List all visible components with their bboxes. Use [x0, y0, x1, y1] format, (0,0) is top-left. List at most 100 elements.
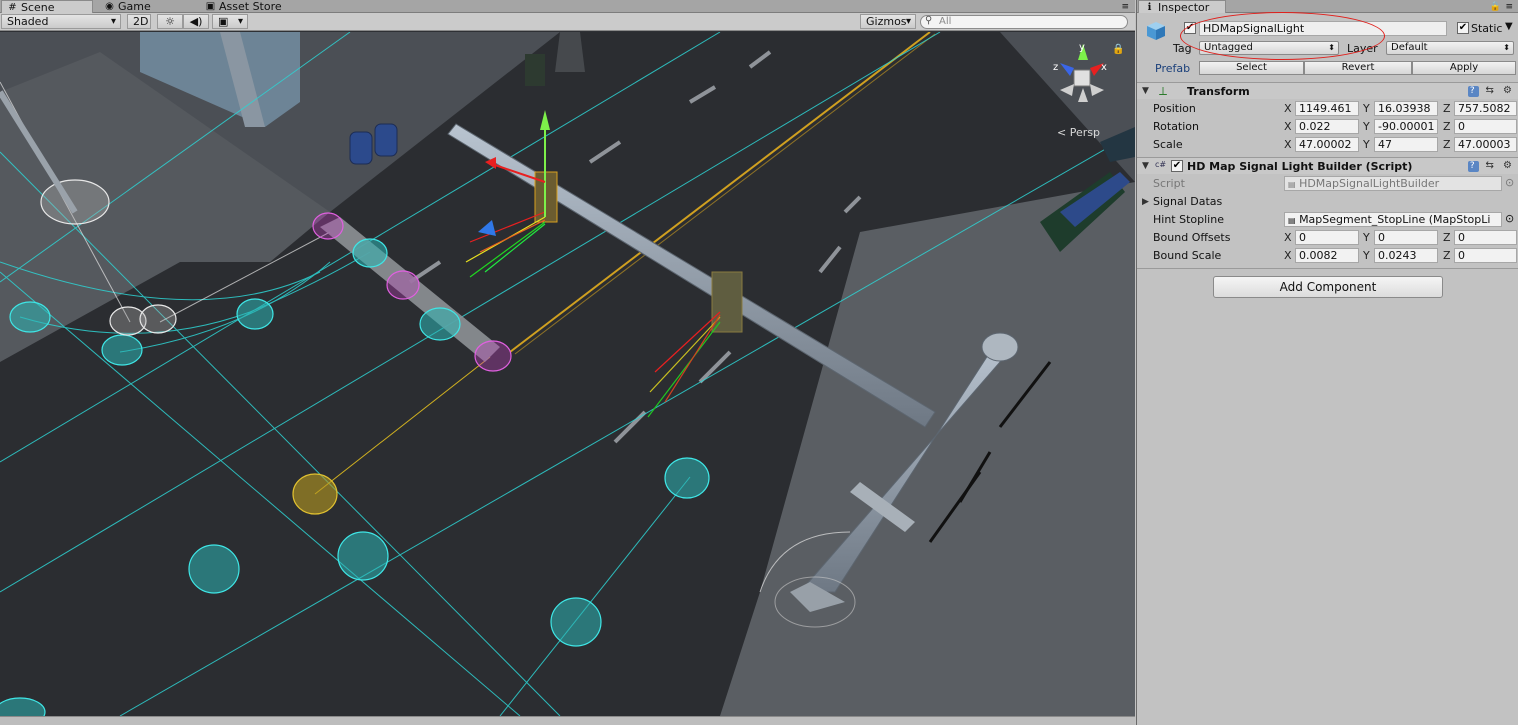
search-icon: ⚲ [925, 15, 933, 26]
status-bar [0, 716, 1135, 725]
hint-stopline-field[interactable]: ▤ MapSegment_StopLine (MapStopLi [1284, 212, 1502, 227]
script-reference-field: ▤ HDMapSignalLightBuilder [1284, 176, 1502, 191]
axis-y-label: Y [1363, 138, 1370, 151]
object-picker-icon[interactable]: ⊙ [1505, 212, 1514, 225]
axis-z-label: Z [1443, 120, 1451, 133]
svg-text:x: x [1101, 62, 1107, 73]
scale-y-field[interactable]: 47 [1374, 137, 1438, 152]
tag-dropdown[interactable]: Untagged [1199, 41, 1339, 55]
scale-label: Scale [1153, 138, 1183, 151]
bound-offsets-x-field[interactable]: 0 [1295, 230, 1359, 245]
svg-text:z: z [1053, 62, 1058, 73]
position-y-field[interactable]: 16.03938 [1374, 101, 1438, 116]
help-icon: ? [1468, 161, 1480, 172]
scene-search-input[interactable]: ⚲ All [920, 15, 1128, 29]
foldout-arrow-icon[interactable]: ▼ [1142, 161, 1149, 171]
sun-icon: ☼ [165, 15, 175, 28]
gizmos-dropdown[interactable]: Gizmos [860, 14, 916, 29]
layer-dropdown[interactable]: Default [1386, 41, 1514, 55]
axis-y-label: Y [1363, 120, 1370, 133]
rotation-x-field[interactable]: 0.022 [1295, 119, 1359, 134]
static-dropdown-arrow-icon[interactable]: ▼ [1505, 21, 1513, 32]
static-label: Static [1471, 22, 1503, 35]
svg-text:y: y [1079, 42, 1085, 53]
position-z-field[interactable]: 757.5082 [1454, 101, 1517, 116]
position-label: Position [1153, 102, 1196, 115]
trash-can [525, 54, 545, 86]
rotation-label: Rotation [1153, 120, 1200, 133]
lighting-toggle[interactable]: ☼ [157, 14, 183, 29]
position-x-field[interactable]: 1149.461 [1295, 101, 1359, 116]
scene-tabbar: # Scene ◉ Game ▣ Asset Store ≡ [0, 0, 1135, 14]
scene-render: y x z 🔒 [0, 32, 1135, 716]
gameobject-cube-icon [1147, 22, 1165, 40]
component-header-icons[interactable]: ? ⇆ ⚙ [1468, 85, 1515, 97]
divider [1137, 268, 1518, 269]
foldout-arrow-icon[interactable]: ▼ [1142, 86, 1149, 96]
bound-scale-z-field[interactable]: 0 [1454, 248, 1517, 263]
perspective-label[interactable]: < Persp [1057, 126, 1100, 139]
active-checkbox[interactable]: ✔ [1184, 22, 1196, 34]
tag-label: Tag [1173, 42, 1192, 55]
lock-icon: 🔒 [1112, 43, 1124, 55]
axis-z-label: Z [1443, 231, 1451, 244]
transform-header[interactable]: ▼ ⟂ Transform ? ⇆ ⚙ [1137, 82, 1518, 99]
mode-2d-toggle[interactable]: 2D [127, 14, 151, 29]
axis-z-label: Z [1443, 138, 1451, 151]
rotation-z-field[interactable]: 0 [1454, 119, 1517, 134]
bound-offsets-y-field[interactable]: 0 [1374, 230, 1438, 245]
component-header-icons[interactable]: ? ⇆ ⚙ [1468, 160, 1515, 172]
effects-dropdown[interactable]: ▣ [212, 14, 248, 29]
panel-menu-icon[interactable]: ≡ [1505, 2, 1513, 12]
transform-icon: ⟂ [1159, 84, 1168, 98]
object-name-field[interactable]: HDMapSignalLight [1199, 21, 1447, 36]
hint-stopline-label: Hint Stopline [1153, 213, 1224, 226]
draw-mode-dropdown[interactable]: Shaded [1, 14, 121, 29]
prefab-select-button[interactable]: Select [1199, 61, 1304, 75]
rotation-y-field[interactable]: -90.00001 [1374, 119, 1438, 134]
bound-offsets-label: Bound Offsets [1153, 231, 1231, 244]
axis-x-label: X [1284, 102, 1292, 115]
signal-datas-foldout[interactable]: Signal Datas [1153, 195, 1222, 208]
inspector-panel: ℹ Inspector 🔒 ≡ ✔ HDMapSignalLight ✔ Sta… [1136, 0, 1518, 725]
prefab-label: Prefab [1155, 62, 1191, 75]
transform-title: Transform [1187, 85, 1250, 98]
script-component-header[interactable]: ▼ c# ✔ HD Map Signal Light Builder (Scri… [1137, 157, 1518, 174]
info-icon: ℹ [1147, 2, 1152, 13]
bound-offsets-z-field[interactable]: 0 [1454, 230, 1517, 245]
game-icon: ◉ [105, 1, 114, 12]
bound-scale-x-field[interactable]: 0.0082 [1295, 248, 1359, 263]
prefab-revert-button[interactable]: Revert [1304, 61, 1412, 75]
panel-menu-icon[interactable]: ≡ [1121, 2, 1129, 12]
lock-icon[interactable]: 🔒 [1490, 2, 1501, 12]
scene-viewport[interactable]: y x z 🔒 < Persp [0, 32, 1135, 716]
tab-game[interactable]: ◉ Game [99, 0, 199, 13]
inspector-tabbar: ℹ Inspector 🔒 ≡ [1137, 0, 1518, 14]
axis-y-label: Y [1363, 249, 1370, 262]
script-enabled-checkbox[interactable]: ✔ [1171, 160, 1183, 172]
axis-z-label: Z [1443, 249, 1451, 262]
foldout-arrow-icon[interactable]: ▶ [1142, 197, 1149, 207]
tab-asset-store[interactable]: ▣ Asset Store [200, 0, 320, 13]
asset-store-icon: ▣ [205, 1, 216, 12]
axis-y-label: Y [1363, 231, 1370, 244]
axis-z-label: Z [1443, 102, 1451, 115]
object-ref-icon: ▤ [1288, 216, 1296, 225]
tab-inspector[interactable]: ℹ Inspector [1138, 0, 1226, 14]
axis-x-label: X [1284, 231, 1292, 244]
prefab-apply-button[interactable]: Apply [1412, 61, 1516, 75]
add-component-button[interactable]: Add Component [1213, 276, 1443, 298]
axis-y-label: Y [1363, 102, 1370, 115]
audio-toggle[interactable]: ◀) [183, 14, 209, 29]
scene-view-panel[interactable]: # Scene ◉ Game ▣ Asset Store ≡ Shaded 2D… [0, 0, 1135, 725]
scale-x-field[interactable]: 47.00002 [1295, 137, 1359, 152]
object-picker-icon: ⊙ [1505, 176, 1515, 189]
scale-z-field[interactable]: 47.00003 [1454, 137, 1517, 152]
static-checkbox[interactable]: ✔ [1457, 22, 1469, 34]
bound-scale-y-field[interactable]: 0.0243 [1374, 248, 1438, 263]
scene-toolbar: Shaded 2D ☼ ◀) ▣ Gizmos ⚲ All [0, 13, 1135, 31]
bound-scale-label: Bound Scale [1153, 249, 1222, 262]
cs-script-icon: c# [1155, 160, 1167, 169]
script-label: Script [1153, 177, 1185, 190]
tab-scene[interactable]: # Scene [1, 0, 93, 14]
